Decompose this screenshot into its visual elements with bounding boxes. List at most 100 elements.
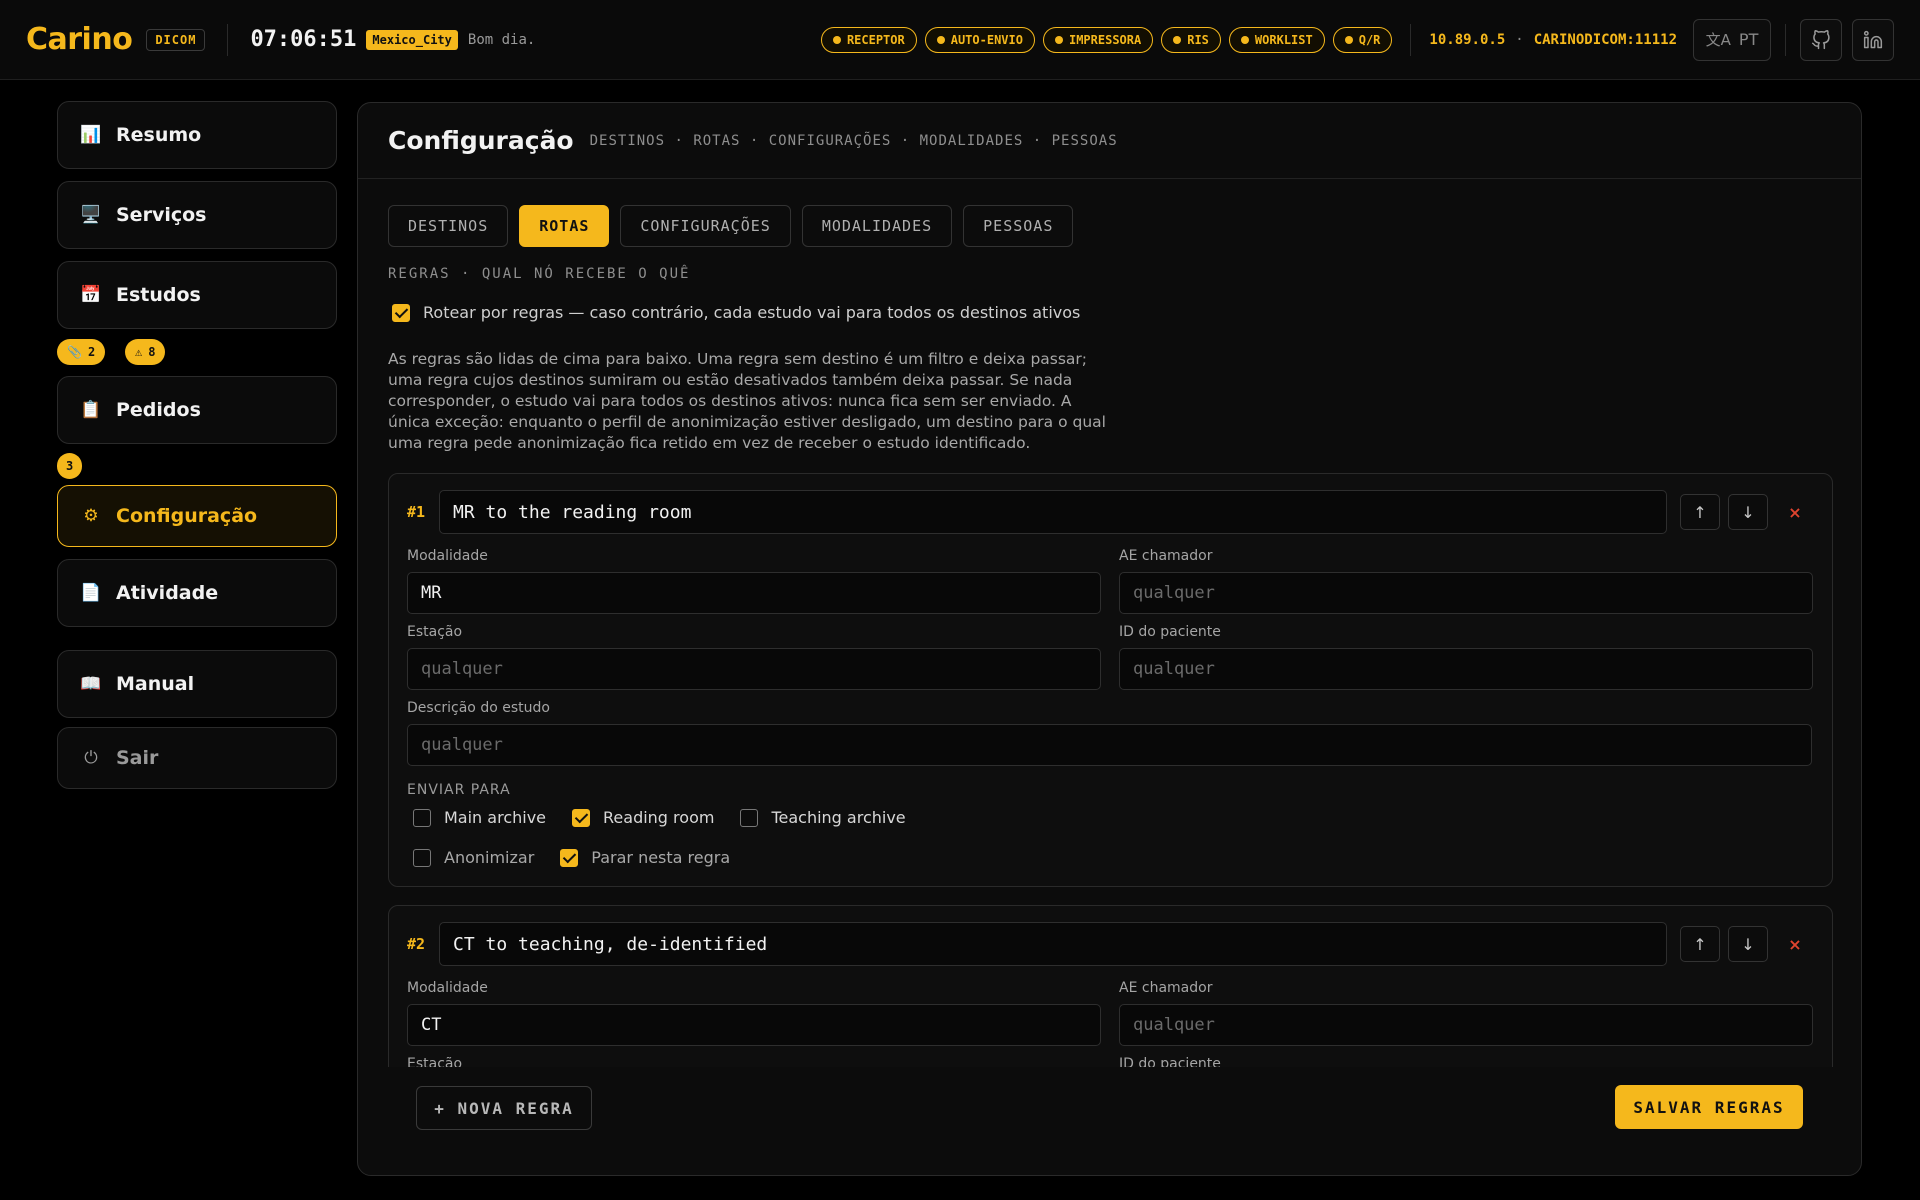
section-label: REGRAS · QUAL NÓ RECEBE O QUÊ xyxy=(388,266,691,282)
arrow-down-icon: ↓ xyxy=(1741,502,1755,522)
patient-id-field: ID do paciente qualquer xyxy=(1119,624,1813,690)
field-label: ID do paciente xyxy=(1119,1056,1221,1067)
station-field: Estação qualquer xyxy=(407,624,1101,690)
header-divider xyxy=(1785,23,1786,56)
move-up-button[interactable]: ↑ xyxy=(1680,926,1720,962)
sidebar-item-manual[interactable]: 📖 Manual xyxy=(57,650,337,718)
destination-teaching-archive[interactable]: Teaching archive xyxy=(740,808,906,827)
address-separator: · xyxy=(1515,31,1524,48)
status-dot-icon xyxy=(1240,35,1249,44)
stop-at-rule-option[interactable]: Parar nesta regra xyxy=(560,848,730,867)
field-label: AE chamador xyxy=(1119,980,1213,996)
gear-icon: ⚙ xyxy=(83,506,99,526)
sidebar-item-label: Estudos xyxy=(116,284,201,306)
anonymize-option[interactable]: Anonimizar xyxy=(413,848,534,867)
status-dot-icon xyxy=(1054,35,1063,44)
tab-pessoas[interactable]: PESSOAS xyxy=(963,205,1074,247)
destination-checkbox[interactable] xyxy=(572,808,591,827)
rule-card: #1 MR to the reading room ↑ ↓ × Modalida… xyxy=(388,473,1833,887)
status-pill-worklist[interactable]: WORKLIST xyxy=(1228,26,1325,53)
status-pill-auto-envio[interactable]: AUTO-ENVIO xyxy=(924,26,1035,53)
calling-ae-field: AE chamador qualquer xyxy=(1119,548,1813,614)
delete-rule-button[interactable]: × xyxy=(1780,503,1810,522)
route-by-rules-toggle[interactable]: Rotear por regras — caso contrário, cada… xyxy=(392,303,1080,322)
sidebar-item-servicos[interactable]: 🖥️ Serviços xyxy=(57,181,337,249)
status-dot-icon xyxy=(1344,35,1353,44)
header-divider xyxy=(1410,23,1412,56)
patient-id-field: ID do paciente xyxy=(1119,1056,1813,1067)
destination-reading-room[interactable]: Reading room xyxy=(572,808,714,827)
book-icon: 📖 xyxy=(80,674,102,694)
status-pill-impressora[interactable]: IMPRESSORA xyxy=(1042,26,1154,53)
sidebar-item-label: Configuração xyxy=(116,505,258,527)
calling-ae-input[interactable]: qualquer xyxy=(1119,1004,1813,1046)
linkedin-button[interactable] xyxy=(1852,18,1894,61)
clock: 07:06:51 xyxy=(250,27,357,52)
move-up-button[interactable]: ↑ xyxy=(1680,494,1720,530)
language-label: PT xyxy=(1738,30,1759,49)
github-button[interactable] xyxy=(1800,18,1842,61)
modality-field: Modalidade MR xyxy=(407,548,1101,614)
destination-checkbox[interactable] xyxy=(740,808,759,827)
rule-header: #1 MR to the reading room ↑ ↓ × xyxy=(407,490,1814,534)
greeting: Bom dia. xyxy=(467,31,536,48)
move-down-button[interactable]: ↓ xyxy=(1728,926,1768,962)
status-pill-receptor[interactable]: RECEPTOR xyxy=(820,26,917,53)
paperclip-icon: 📎 xyxy=(67,345,82,359)
study-description-input[interactable]: qualquer xyxy=(407,724,1812,766)
github-icon xyxy=(1811,29,1830,49)
calling-ae-field: AE chamador qualquer xyxy=(1119,980,1813,1046)
station-input[interactable]: qualquer xyxy=(407,648,1101,690)
rule-name-input[interactable]: MR to the reading room xyxy=(439,490,1667,534)
sidebar-item-resumo[interactable]: 📊 Resumo xyxy=(57,101,337,169)
status-dot-icon xyxy=(936,35,945,44)
sidebar-item-atividade[interactable]: 📄 Atividade xyxy=(57,559,337,627)
modality-input[interactable]: CT xyxy=(407,1004,1101,1046)
field-label: Estação xyxy=(407,624,463,640)
calling-ae-input[interactable]: qualquer xyxy=(1119,572,1813,614)
arrow-up-icon: ↑ xyxy=(1693,502,1707,522)
page-title: Configuração xyxy=(388,126,574,155)
rule-number: #1 xyxy=(407,503,426,521)
sidebar-item-sair[interactable]: ⏻ Sair xyxy=(57,727,337,789)
delete-rule-button[interactable]: × xyxy=(1780,935,1810,954)
status-dot-icon xyxy=(832,35,841,44)
server-ae-port: CARINODICOM:11112 xyxy=(1533,31,1677,48)
destination-checkbox[interactable] xyxy=(413,808,431,827)
tab-configuracoes[interactable]: CONFIGURAÇÕES xyxy=(620,205,791,247)
warning-icon: ⚠ xyxy=(135,345,143,359)
tab-modalidades[interactable]: MODALIDADES xyxy=(801,205,953,247)
destination-main-archive[interactable]: Main archive xyxy=(413,808,546,827)
timezone-badge: Mexico_City xyxy=(366,29,458,50)
move-down-button[interactable]: ↓ xyxy=(1728,494,1768,530)
rule-name-input[interactable]: CT to teaching, de-identified xyxy=(439,922,1667,966)
monitor-icon: 🖥️ xyxy=(80,205,102,225)
modality-field: Modalidade CT xyxy=(407,980,1101,1046)
tab-rotas[interactable]: ROTAS xyxy=(519,205,610,247)
sidebar-item-configuracao[interactable]: ⚙ Configuração xyxy=(57,485,337,547)
sidebar-item-estudos[interactable]: 📅 Estudos xyxy=(57,261,337,329)
status-pill-ris[interactable]: RIS xyxy=(1161,26,1221,53)
config-tabs: DESTINOS ROTAS CONFIGURAÇÕES MODALIDADES… xyxy=(388,205,1074,247)
patient-id-input[interactable]: qualquer xyxy=(1119,648,1813,690)
anonymize-checkbox[interactable] xyxy=(413,848,431,867)
save-rules-button[interactable]: SALVAR REGRAS xyxy=(1615,1085,1803,1129)
sidebar-item-label: Sair xyxy=(116,747,159,769)
modality-input[interactable]: MR xyxy=(407,572,1101,614)
field-label: Estação xyxy=(407,1056,463,1067)
tab-destinos[interactable]: DESTINOS xyxy=(388,205,509,247)
route-by-rules-checkbox[interactable] xyxy=(392,303,410,322)
status-pill-qr[interactable]: Q/R xyxy=(1332,26,1393,53)
breadcrumb: DESTINOS · ROTAS · CONFIGURAÇÕES · MODAL… xyxy=(589,132,1118,149)
study-description-field: Descrição do estudo qualquer xyxy=(407,700,1812,766)
calendar-icon: 📅 xyxy=(80,285,102,305)
linkedin-icon xyxy=(1863,30,1883,48)
close-icon: × xyxy=(1788,934,1802,954)
new-rule-button[interactable]: + NOVA REGRA xyxy=(416,1086,592,1130)
stop-at-rule-checkbox[interactable] xyxy=(560,848,579,867)
sidebar-item-pedidos[interactable]: 📋 Pedidos xyxy=(57,376,337,444)
sidebar-item-label: Resumo xyxy=(116,124,202,146)
language-button[interactable]: 文A PT xyxy=(1693,18,1771,61)
product-tag: DICOM xyxy=(146,28,206,51)
send-to-label: ENVIAR PARA xyxy=(407,782,511,798)
